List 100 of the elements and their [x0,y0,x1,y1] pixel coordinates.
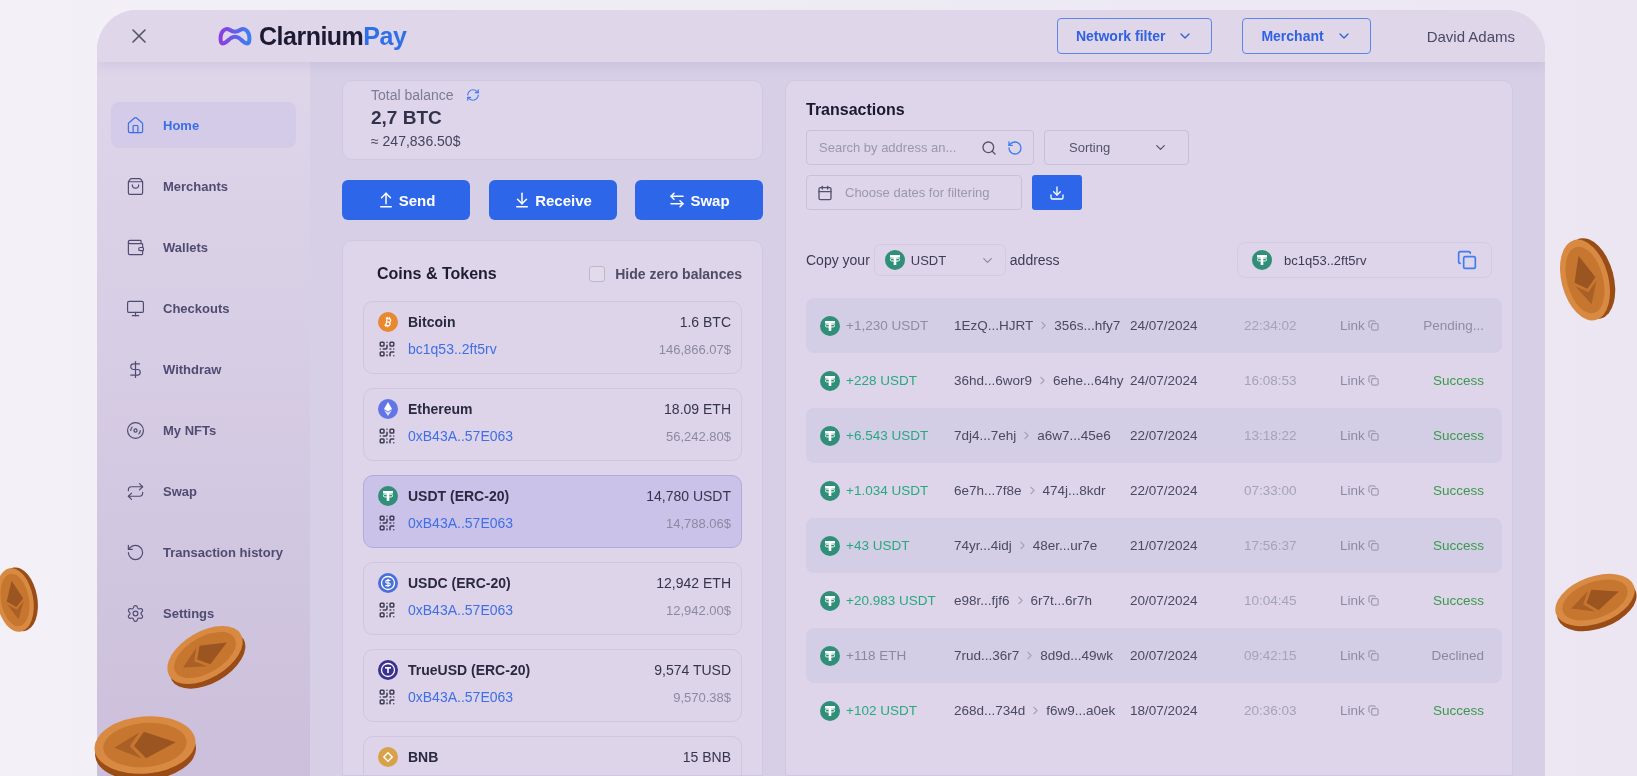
from-address: 1EzQ...HJRT [954,318,1034,333]
reset-icon[interactable] [1007,139,1023,156]
transaction-amount: +102 USDT [846,703,918,718]
date-input[interactable]: Choose dates for filtering [843,184,1011,201]
disc-icon [126,420,145,440]
copy-icon [1367,430,1379,441]
sidebar-item[interactable]: Checkouts [111,285,296,331]
token-fiat: 146,866.07$ [658,341,731,357]
to-address: 6r7t...6r7h [1030,593,1093,608]
token-card[interactable]: Ethereum 18.09 ETH 0xB43A..57E063 56,242.80$ [363,388,742,461]
transaction-status: Success [1432,703,1484,718]
qr-code-icon[interactable] [378,340,396,358]
to-address: 474j...8kdr [1042,483,1106,498]
transaction-status: Success [1432,483,1484,498]
sidebar-item[interactable]: Wallets [111,224,296,270]
token-amount: 15 BNB [682,749,731,765]
swap-icon [668,191,687,209]
transaction-status: Pending... [1423,318,1484,333]
sidebar-item[interactable]: Settings [111,590,296,636]
tether-icon [820,480,840,501]
search-icon [981,139,997,156]
token-fiat: 56,242.80$ [665,428,731,444]
copy-icon[interactable] [1457,250,1477,270]
action-button[interactable]: Swap [635,180,763,220]
from-address: 74yr...4idj [954,538,1012,553]
sidebar-item[interactable]: Withdraw [111,346,296,392]
token-address[interactable]: bc1q53..2ft5rv [408,341,649,357]
token-address[interactable]: 0xB43A..57E063 [408,689,645,705]
transaction-time: 20:36:03 [1244,703,1298,718]
sidebar-item[interactable]: Home [111,102,296,148]
date-field[interactable]: Choose dates for filtering [806,175,1022,210]
transaction-date: 18/07/2024 [1130,703,1199,718]
copy-label: Copy your [806,252,870,268]
transaction-time: 16:08:53 [1244,373,1298,388]
from-address: 6e7h...7f8e [954,483,1022,498]
ethereum-icon [378,399,398,419]
from-address: 268d...734d [954,703,1026,718]
token-amount: 14,780 USDT [646,488,731,504]
wallet-icon [126,237,145,257]
search-input[interactable]: Search by address an... [817,139,971,156]
tether-icon [820,425,840,446]
transaction-status: Success [1432,593,1484,608]
token-address[interactable]: 0xB43A..57E063 [408,428,655,444]
transaction-row[interactable]: +20.983 USDT e98r...fjf6 6r7t...6r7h 20/07/2024 10:04:45 Link Success [806,573,1502,628]
sidebar-item[interactable]: Merchants [111,163,296,209]
transaction-row[interactable]: +102 USDT 268d...734d f6w9...a0ek 18/07/2024 20:36:03 Link Success [806,683,1502,738]
sidebar-item[interactable]: Swap [111,468,296,514]
history-icon [126,542,145,562]
tether-icon [820,645,840,666]
token-amount: 1.6 BTC [679,314,731,330]
download-button[interactable] [1032,175,1082,210]
to-address: 6ehe...64hy [1053,373,1124,388]
transaction-amount: +1.034 USDT [846,483,930,498]
action-button[interactable]: Receive [488,180,617,220]
action-button[interactable]: Send [342,180,470,220]
calendar-icon [817,184,833,201]
token-card[interactable]: BNB 15 BNB [363,736,742,775]
filter-dropdown[interactable]: Merchant [1242,18,1371,54]
filter-dropdown[interactable]: Network filter [1056,18,1213,54]
transaction-row[interactable]: +228 USDT 36hd...6wor9 6ehe...64hy 24/07/2024 16:08:53 Link Success [806,353,1502,408]
copy-icon [1367,705,1379,716]
sidebar-item[interactable]: My NFTs [111,407,296,453]
token-address[interactable]: 0xB43A..57E063 [408,515,637,531]
token-name: BNB [408,749,440,765]
transaction-row[interactable]: +1.034 USDT 6e7h...7f8e 474j...8kdr 22/07/2024 07:33:00 Link Success [806,463,1502,518]
token-card[interactable]: USDT (ERC-20) 14,780 USDT 0xB43A..57E063 14,788.06$ [363,475,742,548]
token-card[interactable]: USDC (ERC-20) 12,942 ETH 0xB43A..57E063 12,942.00$ [363,562,742,635]
transaction-date: 22/07/2024 [1130,428,1199,443]
checkbox-label: Hide zero balances [615,266,742,282]
token-card[interactable]: TrueUSD (ERC-20) 9,574 TUSD 0xB43A..57E063 9,570.38$ [363,649,742,722]
transaction-date: 20/07/2024 [1130,593,1199,608]
token-address[interactable]: 0xB43A..57E063 [408,602,647,618]
balance-amount: 2,7 BTC [371,107,443,129]
transaction-status: Success [1432,538,1484,553]
bnb-icon [378,747,398,767]
tether-icon [820,700,840,721]
transaction-status: Success [1432,373,1484,388]
qr-code-icon[interactable] [378,601,396,619]
address-field[interactable]: bc1q53..2ft5rv [1237,242,1492,278]
transaction-amount: +6.543 USDT [846,428,930,443]
brand-name: ClarniumPay [259,21,407,51]
qr-code-icon[interactable] [378,688,396,706]
download-icon [1049,184,1065,201]
copy-icon [1367,540,1379,551]
qr-code-icon[interactable] [378,427,396,445]
token-fiat: 14,788.06$ [665,515,731,531]
qr-code-icon[interactable] [378,514,396,532]
balance-label: Total balance [371,87,454,103]
sidebar-item[interactable]: Transaction history [111,529,296,575]
checkbox[interactable] [589,266,606,282]
coin-dropdown[interactable]: USDT [873,244,1006,276]
token-amount: 12,942 ETH [656,575,731,591]
swap-icon [126,481,145,501]
search-field[interactable]: Search by address an... [806,130,1034,165]
tether-icon [378,486,398,506]
refresh-icon[interactable] [465,88,480,102]
sorting-dropdown[interactable]: Sorting [1044,130,1189,165]
token-card[interactable]: Bitcoin 1.6 BTC bc1q53..2ft5rv 146,866.07$ [363,301,742,374]
trueusd-icon [378,660,398,680]
home-icon [126,115,145,135]
